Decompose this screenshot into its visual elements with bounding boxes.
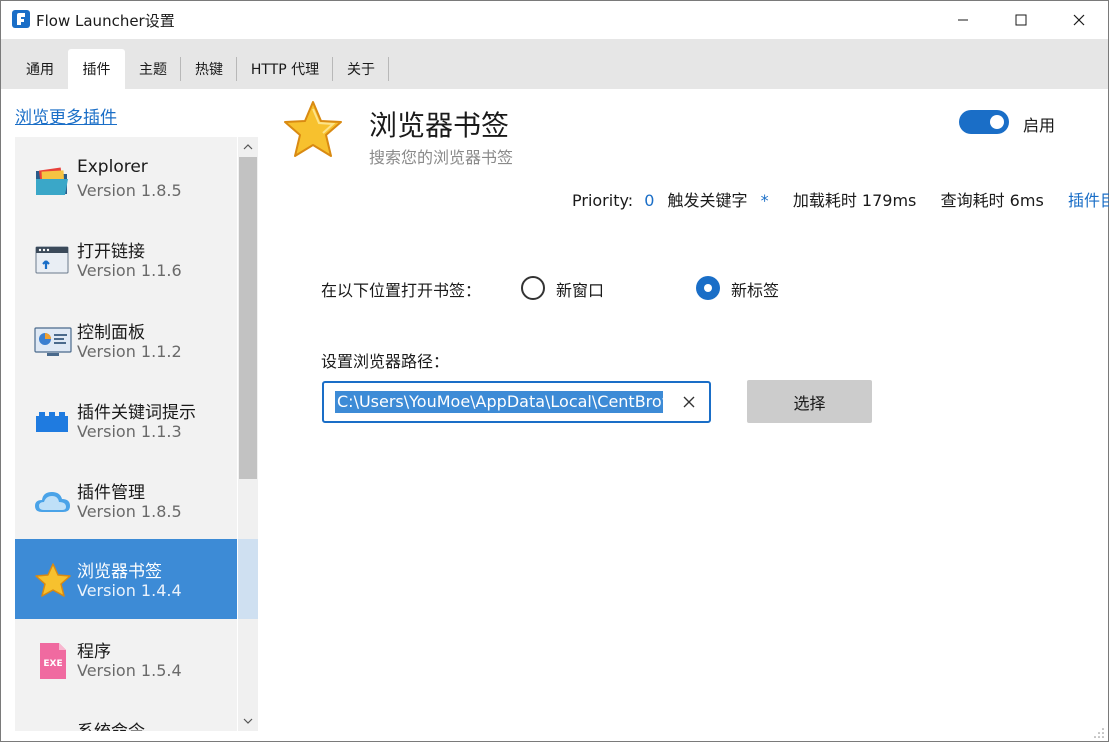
toggle-knob xyxy=(990,115,1004,129)
window-title: Flow Launcher设置 xyxy=(36,12,175,30)
plugin-name: Explorer xyxy=(77,157,148,177)
maximize-icon xyxy=(1015,14,1027,26)
open-bookmarks-label: 在以下位置打开书签： xyxy=(321,281,482,300)
plugin-item-programs[interactable]: EXE 程序 Version 1.5.4 xyxy=(15,619,237,699)
plugin-name: 打开链接 xyxy=(77,242,145,262)
maximize-button[interactable] xyxy=(992,1,1050,39)
enable-toggle-label: 启用 xyxy=(1023,116,1056,135)
plugin-version: Version 1.1.3 xyxy=(77,422,182,441)
plugin-name: 插件管理 xyxy=(77,483,145,503)
scroll-thumb[interactable] xyxy=(239,157,257,479)
svg-text:EXE: EXE xyxy=(43,659,62,669)
resize-grip-icon[interactable] xyxy=(1093,727,1105,739)
plugin-version: Version 1.8.5 xyxy=(77,181,182,200)
plugin-meta-row: Priority: 0 触发关键字 * 加载耗时 179ms 查询耗时 6ms … xyxy=(572,187,1109,211)
plugin-name: 插件关键词提示 xyxy=(77,403,196,423)
enable-toggle[interactable] xyxy=(959,110,1009,134)
browser-path-label: 设置浏览器路径： xyxy=(321,352,450,371)
priority-value[interactable]: 0 xyxy=(644,191,654,210)
browser-path-value: C:\Users\YouMoe\AppData\Local\CentBrowse… xyxy=(335,391,663,413)
plugin-list[interactable]: Explorer Version 1.8.5 打开链接 Version 1.1.… xyxy=(15,137,237,731)
folder-icon xyxy=(36,167,68,195)
plugin-item-explorer[interactable]: Explorer Version 1.8.5 xyxy=(15,139,237,219)
priority-label: Priority: xyxy=(572,191,634,210)
plugin-description: 搜索您的浏览器书签 xyxy=(369,148,514,167)
new-window-label[interactable]: 新窗口 xyxy=(556,277,604,301)
tab-about[interactable]: 关于 xyxy=(333,49,389,89)
query-time: 查询耗时 6ms xyxy=(940,191,1044,210)
control-panel-icon xyxy=(34,327,72,356)
plugin-item-keyword-hints[interactable]: 插件关键词提示 Version 1.1.3 xyxy=(15,380,237,460)
tab-plugins[interactable]: 插件 xyxy=(68,49,125,89)
browser-window-icon xyxy=(35,246,69,274)
star-icon xyxy=(35,563,71,597)
plugin-list-scrollbar[interactable] xyxy=(238,137,258,731)
browser-path-input[interactable]: C:\Users\YouMoe\AppData\Local\CentBrowse… xyxy=(322,381,711,423)
plugin-name: 浏览器书签 xyxy=(77,562,162,582)
clear-path-button[interactable] xyxy=(681,394,697,410)
chevron-up-icon xyxy=(243,144,253,150)
plugin-version: Version 1.8.5 xyxy=(77,502,182,521)
close-button[interactable] xyxy=(1050,1,1108,39)
plugin-version: Version 1.4.4 xyxy=(77,581,182,600)
load-time: 加载耗时 179ms xyxy=(792,191,917,210)
tab-divider xyxy=(388,57,389,81)
selection-strip xyxy=(238,539,258,619)
tab-hotkeys[interactable]: 热键 xyxy=(181,49,237,89)
plugin-star-icon xyxy=(284,101,342,157)
action-keyword-value[interactable]: * xyxy=(761,191,769,210)
tab-general[interactable]: 通用 xyxy=(12,49,68,89)
plugin-version: Version 1.1.2 xyxy=(77,342,182,361)
blocks-icon xyxy=(36,412,68,432)
action-keyword-label: 触发关键字 xyxy=(667,191,748,210)
plugin-item-plugin-manager[interactable]: 插件管理 Version 1.8.5 xyxy=(15,460,237,540)
browse-more-plugins-link[interactable]: 浏览更多插件 xyxy=(15,103,117,128)
settings-tab-strip: 通用 插件 主题 热键 HTTP 代理 关于 xyxy=(1,39,1108,89)
new-window-radio[interactable] xyxy=(521,276,545,300)
close-icon xyxy=(1073,14,1085,26)
clear-icon xyxy=(683,396,695,408)
new-tab-label[interactable]: 新标签 xyxy=(731,277,779,301)
plugin-version: Version 1.5.4 xyxy=(77,661,182,680)
new-tab-radio[interactable] xyxy=(696,276,720,300)
scroll-down-button[interactable] xyxy=(238,711,258,731)
plugin-item-system-commands[interactable]: 系统命令 xyxy=(15,699,237,731)
tab-http-proxy[interactable]: HTTP 代理 xyxy=(237,49,333,89)
plugin-title: 浏览器书签 xyxy=(369,109,510,142)
exe-file-icon: EXE xyxy=(40,643,66,679)
minimize-icon xyxy=(958,19,968,21)
minimize-button[interactable] xyxy=(934,1,992,39)
plugin-directory-link[interactable]: 插件目录 xyxy=(1068,187,1109,211)
plugin-item-browser-bookmarks[interactable]: 浏览器书签 Version 1.4.4 xyxy=(15,539,237,619)
tab-theme[interactable]: 主题 xyxy=(125,49,181,89)
plugin-item-open-url[interactable]: 打开链接 Version 1.1.6 xyxy=(15,219,237,299)
choose-path-button[interactable]: 选择 xyxy=(747,380,872,423)
plugin-name: 系统命令 xyxy=(77,717,145,731)
plugin-name: 控制面板 xyxy=(77,323,145,343)
cloud-icon xyxy=(35,492,70,512)
plugin-item-control-panel[interactable]: 控制面板 Version 1.1.2 xyxy=(15,300,237,380)
search-icon xyxy=(33,721,73,731)
title-bar[interactable]: Flow Launcher设置 xyxy=(1,1,1108,39)
scroll-up-button[interactable] xyxy=(238,137,258,157)
settings-window: Flow Launcher设置 通用 插件 主题 热键 HTTP 代理 关于 浏… xyxy=(0,0,1109,742)
flow-launcher-logo-icon xyxy=(12,10,30,28)
plugin-version: Version 1.1.6 xyxy=(77,261,182,280)
chevron-down-icon xyxy=(243,718,253,724)
plugin-name: 程序 xyxy=(77,642,111,662)
